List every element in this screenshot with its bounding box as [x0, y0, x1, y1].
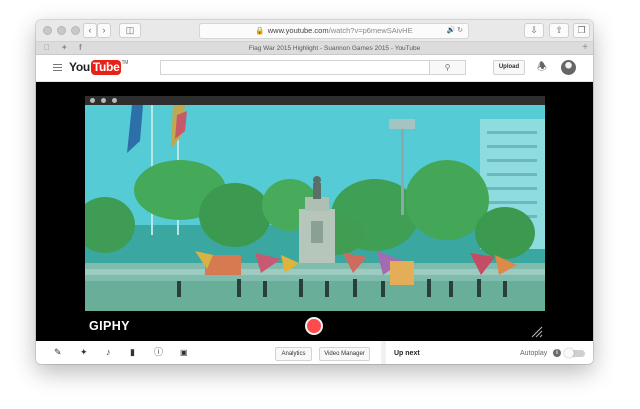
apple-favorite-icon[interactable]: : [44, 43, 50, 52]
up-next-panel: Up next Autoplay i: [386, 341, 593, 364]
video-player[interactable]: GIPHY: [36, 82, 593, 341]
magic-wand-icon[interactable]: ✦: [80, 347, 88, 358]
gif-dot: [90, 98, 95, 103]
subtitles-icon[interactable]: ▣: [180, 347, 188, 358]
comment-icon[interactable]: ▮: [130, 347, 135, 358]
resize-handle-icon[interactable]: [530, 325, 543, 338]
url-path: /watch?v=p6mewSAivHE: [328, 26, 413, 35]
bottom-area: ✎ ✦ ♪ ▮ ⓘ ▣ Analytics Video Manager Up n…: [36, 341, 593, 364]
browser-toolbar: ‹ › ◫ 🔒 www.youtube.com/watch?v=p6mewSAiv…: [36, 20, 593, 42]
gif-dot: [101, 98, 106, 103]
audio-playing-icon[interactable]: 🔊: [446, 27, 455, 34]
facebook-favorite-icon[interactable]: f: [79, 43, 82, 52]
downloads-button[interactable]: ⇩: [524, 23, 544, 38]
logo-you: You: [69, 60, 90, 74]
up-next-heading: Up next: [394, 350, 420, 357]
video-edit-toolbar: ✎ ✦ ♪ ▮ ⓘ ▣ Analytics Video Manager: [36, 341, 381, 364]
tab-title[interactable]: Flag War 2015 Highlight - Suannon Games …: [96, 43, 573, 54]
avatar[interactable]: [561, 60, 576, 75]
twitter-favorite-icon[interactable]: ✦: [61, 43, 68, 52]
analytics-button[interactable]: Analytics: [275, 347, 312, 361]
new-tab-button[interactable]: +: [582, 42, 588, 54]
reload-icon[interactable]: ↻: [457, 27, 463, 34]
browser-window: ‹ › ◫ 🔒 www.youtube.com/watch?v=p6mewSAiv…: [36, 20, 593, 364]
autoplay-label: Autoplay: [520, 350, 548, 357]
video-frame: [85, 105, 545, 311]
gif-window-bar: [85, 96, 545, 105]
music-note-icon[interactable]: ♪: [106, 347, 111, 358]
back-button[interactable]: ‹: [83, 23, 97, 38]
menu-icon[interactable]: [53, 64, 62, 71]
video-manager-button[interactable]: Video Manager: [319, 347, 370, 361]
search-icon: ⚲: [444, 63, 451, 72]
sidebar-toggle-button[interactable]: ◫: [119, 23, 141, 38]
info-icon[interactable]: ⓘ: [154, 347, 163, 358]
notifications-bell-icon[interactable]: 🕭: [537, 60, 547, 74]
search-button[interactable]: ⚲: [430, 60, 466, 75]
youtube-logo[interactable]: You Tube TM: [69, 60, 128, 76]
share-button[interactable]: ⇧: [549, 23, 569, 38]
logo-trademark: TM: [121, 60, 129, 66]
upload-button[interactable]: Upload: [493, 60, 525, 75]
url-domain: www.youtube.com: [267, 26, 329, 35]
close-window-button[interactable]: [43, 26, 52, 35]
logo-tube: Tube: [90, 60, 122, 75]
search-input[interactable]: [160, 60, 430, 75]
minimize-window-button[interactable]: [57, 26, 66, 35]
zoom-window-button[interactable]: [71, 26, 80, 35]
record-button[interactable]: [305, 317, 323, 335]
tabs-overview-button[interactable]: ❐: [573, 23, 590, 38]
address-bar[interactable]: 🔒 www.youtube.com/watch?v=p6mewSAivHE 🔊 ↻: [199, 23, 469, 39]
lock-icon: 🔒: [255, 26, 265, 35]
autoplay-info-icon[interactable]: i: [553, 349, 561, 357]
video-scene-image: [85, 105, 545, 311]
forward-button[interactable]: ›: [97, 23, 111, 38]
gif-dot: [112, 98, 117, 103]
giphy-watermark: GIPHY: [89, 319, 130, 333]
pencil-icon[interactable]: ✎: [54, 347, 62, 358]
autoplay-toggle[interactable]: [564, 348, 585, 358]
youtube-header: You Tube TM ⚲ Upload 🕭: [36, 55, 593, 82]
tab-bar:  ✦ f Flag War 2015 Highlight - Suannon …: [36, 42, 593, 55]
